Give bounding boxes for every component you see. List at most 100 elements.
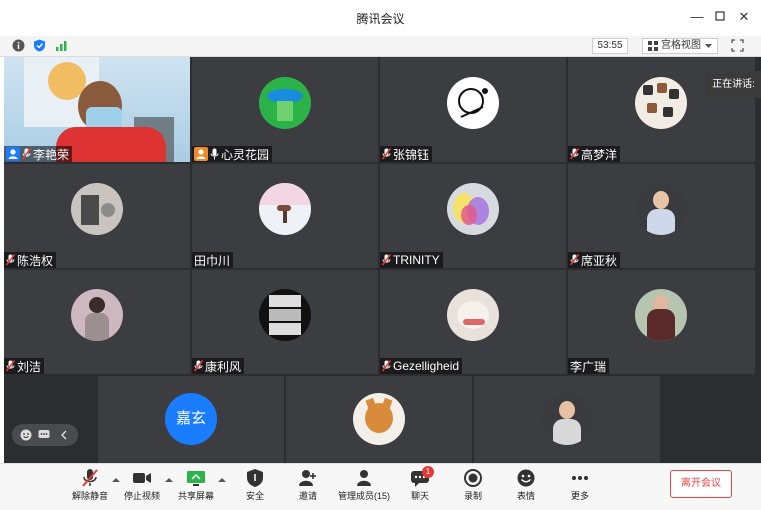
- signal-icon[interactable]: [55, 39, 68, 52]
- video-grid: 李艳荣 心灵花园 张锦钰 高梦洋 陈浩权 田巾川 TRINITY 席亚秋 刘洁 …: [4, 57, 755, 463]
- participant-nametag: 席亚秋: [568, 252, 621, 268]
- floating-control-panel[interactable]: [12, 424, 78, 446]
- participant-avatar: [71, 183, 123, 235]
- participant-nametag: 张锦钰: [380, 146, 433, 162]
- reactions-button[interactable]: 表情: [508, 468, 544, 502]
- cohost-user-icon: [194, 147, 208, 161]
- more-dots-icon: [572, 476, 588, 480]
- video-tile[interactable]: TRINITY: [380, 164, 566, 268]
- reaction-icon[interactable]: [20, 429, 32, 441]
- participant-avatar: 嘉玄: [165, 393, 217, 445]
- record-icon: [464, 469, 482, 487]
- chat-label: 聊天: [410, 491, 429, 501]
- maximize-button[interactable]: [713, 10, 727, 24]
- maximize-icon: [715, 11, 725, 21]
- chevron-left-icon[interactable]: [60, 430, 68, 440]
- video-tile[interactable]: 李广瑞: [568, 270, 755, 374]
- video-tile[interactable]: 心灵花园: [192, 57, 378, 162]
- participant-nametag: 高梦洋: [568, 146, 621, 162]
- participant-name: 张锦钰: [393, 147, 430, 162]
- stop-video-button[interactable]: 停止视频: [122, 468, 162, 502]
- smiley-icon: [517, 469, 535, 487]
- chevron-up-icon[interactable]: [165, 476, 173, 484]
- video-tile[interactable]: 席亚秋: [568, 164, 755, 268]
- title-bar: 腾讯会议 — ✕: [0, 0, 761, 37]
- meeting-timer: 53:55: [592, 38, 628, 54]
- record-label: 录制: [463, 491, 482, 501]
- invite-button[interactable]: 邀请: [290, 468, 326, 502]
- participant-nametag: 李艳荣: [4, 146, 73, 162]
- video-tile[interactable]: 田巾川: [192, 164, 378, 268]
- video-tile[interactable]: 李艳荣: [4, 57, 190, 162]
- participant-name: 高梦洋: [581, 147, 618, 162]
- participant-name: 李广瑞: [570, 359, 607, 374]
- grid-edge: [755, 57, 761, 463]
- invite-label: 邀请: [298, 491, 317, 501]
- fullscreen-icon[interactable]: [731, 39, 744, 52]
- chat-unread-badge: 1: [422, 466, 434, 478]
- participant-nametag: 陈浩权: [4, 252, 57, 268]
- video-tile[interactable]: 嘉玄: [98, 376, 284, 463]
- minimize-button[interactable]: —: [690, 10, 704, 24]
- chevron-up-icon[interactable]: [218, 476, 226, 484]
- control-bar: 解除静音 停止视频 共享屏幕 安全 邀请 管理成员(15) 聊天 录制 表情 更…: [0, 463, 761, 510]
- stop-video-label: 停止视频: [123, 491, 160, 501]
- manage-members-label: 管理成员(15): [337, 491, 390, 501]
- participant-avatar: [447, 289, 499, 341]
- record-button[interactable]: 录制: [455, 468, 491, 502]
- video-tile[interactable]: Gezelligheid: [380, 270, 566, 374]
- close-button[interactable]: ✕: [737, 10, 751, 24]
- unmute-button[interactable]: 解除静音: [70, 468, 110, 502]
- participant-nametag: Gezelligheid: [380, 358, 463, 374]
- person-body: [56, 127, 166, 162]
- video-tile[interactable]: 陈浩权: [4, 164, 190, 268]
- participant-name: 席亚秋: [581, 253, 618, 268]
- participant-name: 心灵花园: [221, 147, 270, 162]
- video-tile[interactable]: 康利风: [192, 270, 378, 374]
- leave-meeting-button[interactable]: 离开会议: [670, 470, 732, 498]
- grid-view-icon: [648, 41, 658, 51]
- more-label: 更多: [570, 491, 589, 501]
- participant-name: 陈浩权: [17, 253, 54, 268]
- reactions-label: 表情: [516, 491, 535, 501]
- mic-muted-icon: [570, 254, 579, 266]
- share-screen-button[interactable]: 共享屏幕: [176, 468, 216, 502]
- participant-avatar: [635, 77, 687, 129]
- security-button[interactable]: 安全: [237, 468, 273, 502]
- participant-name: 刘洁: [17, 359, 42, 374]
- chevron-up-icon[interactable]: [112, 476, 120, 484]
- info-icon[interactable]: [12, 39, 25, 52]
- video-tile[interactable]: [474, 376, 660, 463]
- more-button[interactable]: 更多: [562, 468, 598, 502]
- participant-nametag: 李广瑞: [568, 358, 610, 374]
- participant-name: 康利风: [205, 359, 242, 374]
- mic-muted-icon: [570, 148, 579, 160]
- participant-avatar: [353, 393, 405, 445]
- window-title: 腾讯会议: [356, 12, 405, 26]
- video-tile[interactable]: [286, 376, 472, 463]
- unmute-label: 解除静音: [71, 491, 108, 501]
- share-screen-label: 共享屏幕: [177, 491, 214, 501]
- participant-name: TRINITY: [393, 253, 440, 267]
- security-label: 安全: [245, 491, 264, 501]
- participant-avatar: [71, 289, 123, 341]
- mic-muted-icon: [382, 360, 391, 372]
- video-tile[interactable]: 张锦钰: [380, 57, 566, 162]
- shield-icon[interactable]: [33, 39, 46, 52]
- sketch-avatar-image: [458, 88, 488, 118]
- participant-avatar: [635, 183, 687, 235]
- host-user-icon: [6, 147, 20, 161]
- participant-avatar: [259, 289, 311, 341]
- view-mode-dropdown[interactable]: 宫格视图: [642, 38, 718, 54]
- view-mode-label: 宫格视图: [661, 40, 701, 51]
- chat-bubble-icon[interactable]: [38, 429, 50, 441]
- participant-name: 田巾川: [194, 253, 231, 268]
- video-tile[interactable]: 刘洁: [4, 270, 190, 374]
- participant-name: 李艳荣: [33, 147, 70, 162]
- mic-muted-icon: [82, 469, 98, 487]
- mic-muted-icon: [194, 360, 203, 372]
- active-speaker-label: 正在讲话:: [706, 71, 761, 98]
- participant-avatar: [259, 183, 311, 235]
- manage-members-button[interactable]: 管理成员(15): [336, 468, 392, 502]
- participant-avatar: [447, 183, 499, 235]
